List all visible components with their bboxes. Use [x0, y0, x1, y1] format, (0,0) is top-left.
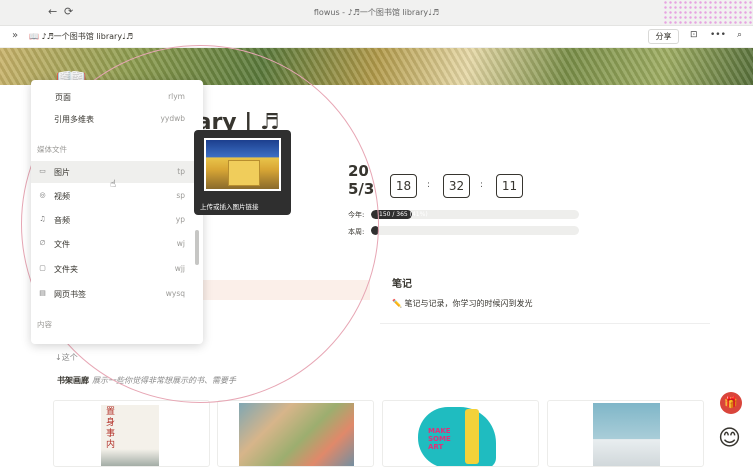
preview-thumbnail	[204, 138, 281, 191]
folder-icon: ▢	[39, 264, 46, 272]
menu-item-label: 页面	[55, 93, 71, 102]
menu-item-web-bookmark[interactable]: ▤ 网页书签 wysq	[31, 283, 203, 305]
file-icon: ∅	[39, 239, 46, 247]
year-progress-text: 150 / 365 (41%)	[379, 211, 428, 218]
tooltip-text: 上传或插入图片链接	[200, 203, 259, 211]
shelf-heading: 书架画廊	[57, 376, 89, 385]
window-titlebar: ← ⟳ flowus - ♪♬一个图书馆 library♩♬	[0, 0, 753, 26]
menu-item-linked-table[interactable]: 引用多维表 yydwb	[31, 108, 203, 130]
menu-item-shortcut: sp	[176, 191, 185, 200]
week-progress-bar	[371, 226, 579, 235]
menu-item-file[interactable]: ∅ 文件 wj	[31, 233, 203, 255]
bookmark-icon[interactable]: ⊡	[690, 30, 698, 40]
book-cover-art: MAKE SOME ART	[428, 427, 451, 451]
time-separator: :	[480, 180, 484, 190]
menu-item-shortcut: wjj	[174, 264, 185, 273]
menu-item-shortcut: yydwb	[160, 114, 185, 123]
book-card[interactable]: 置身事内	[53, 400, 210, 467]
menu-item-shortcut: rlym	[168, 92, 185, 101]
menu-item-label: 图片	[54, 168, 70, 177]
image-preview-tooltip: 上传或插入图片链接	[194, 130, 291, 215]
window-title: flowus - ♪♬一个图书馆 library♩♬	[313, 8, 440, 17]
share-button[interactable]: 分享	[648, 29, 679, 44]
image-icon: ▭	[39, 167, 46, 175]
book-card[interactable]	[547, 400, 704, 467]
menu-item-label: 文件夹	[54, 265, 78, 274]
preview-thumbnail-art	[228, 160, 260, 186]
menu-item-label: 音频	[54, 216, 70, 225]
gift-icon[interactable]: 🎁	[720, 392, 742, 414]
menu-item-page[interactable]: 页面 rlym	[31, 86, 203, 108]
menu-item-shortcut: wj	[176, 239, 185, 248]
page-toolbar: » 📖 ♪♬一个图书馆 library♩♬ 分享 ⊡ ••• ⌕	[0, 26, 753, 48]
menu-section-content: 内容	[37, 320, 52, 329]
book-cover-image	[239, 403, 354, 466]
menu-item-label: 文件	[54, 240, 70, 249]
breadcrumb[interactable]: 📖 ♪♬一个图书馆 library♩♬	[29, 31, 133, 42]
notes-text: ✏️ 笔记与记录，你学习的时候闪到发光	[392, 299, 533, 308]
video-icon: ◎	[39, 191, 46, 199]
menu-item-label: 引用多维表	[54, 115, 94, 124]
menu-scrollbar[interactable]	[195, 230, 199, 265]
menu-item-image[interactable]: ▭ 图片 tp	[31, 161, 203, 183]
divider	[380, 323, 710, 324]
more-icon[interactable]: •••	[710, 30, 726, 40]
notes-heading: 笔记	[392, 279, 412, 290]
menu-item-audio[interactable]: ♫ 音频 yp	[31, 209, 203, 231]
bookmark-icon: ▤	[39, 289, 46, 297]
menu-item-folder[interactable]: ▢ 文件夹 wjj	[31, 258, 203, 280]
year-progress-bar: 150 / 365 (41%)	[371, 210, 579, 219]
menu-item-shortcut: tp	[177, 167, 185, 176]
hour-box: 18	[390, 174, 417, 198]
audio-icon: ♫	[39, 215, 46, 223]
book-cover-art: 置身事内	[106, 407, 116, 450]
minute-box: 32	[443, 174, 470, 198]
book-card[interactable]: MAKE SOME ART	[382, 400, 539, 467]
menu-item-video[interactable]: ◎ 视频 sp	[31, 185, 203, 207]
second-box: 11	[496, 174, 523, 198]
book-card[interactable]	[217, 400, 374, 467]
menu-item-shortcut: wysq	[165, 289, 185, 298]
mouse-cursor-icon: ☝	[110, 179, 117, 190]
menu-section-media: 媒体文件	[37, 145, 67, 154]
menu-item-shortcut: yp	[175, 215, 185, 224]
book-cover-image	[593, 403, 660, 466]
slash-menu: 页面 rlym 引用多维表 yydwb 媒体文件 ▭ 图片 tp ◎ 视频 sp…	[31, 80, 203, 344]
stray-text: ↓这个	[55, 353, 78, 362]
expand-sidebar-icon[interactable]: »	[12, 30, 18, 41]
search-icon[interactable]: ⌕	[737, 30, 742, 40]
helper-icon[interactable]: 😊	[718, 426, 741, 451]
time-separator: :	[427, 180, 431, 190]
book-cover-art	[465, 409, 479, 464]
menu-item-label: 视频	[54, 192, 70, 201]
titlebar-pattern	[663, 0, 753, 26]
menu-item-label: 网页书签	[54, 290, 86, 299]
